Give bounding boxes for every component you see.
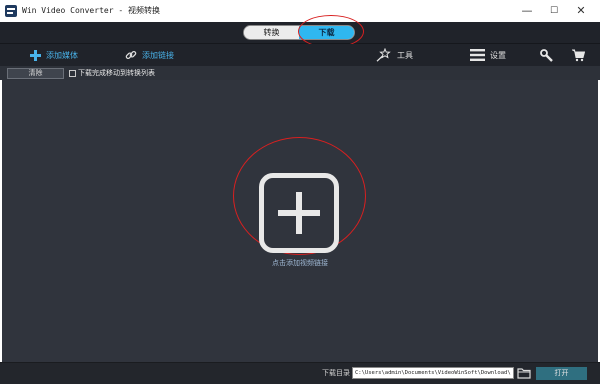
close-button[interactable]: ✕ xyxy=(572,4,590,18)
cart-button[interactable] xyxy=(572,48,585,62)
tools-button[interactable]: 工具 xyxy=(376,48,413,62)
add-media-button[interactable]: 添加媒体 xyxy=(30,48,78,62)
magic-wand-icon xyxy=(376,48,391,62)
wrench-icon xyxy=(540,48,553,62)
browse-folder-button[interactable] xyxy=(517,367,531,379)
menu-icon xyxy=(470,49,485,61)
add-link-label: 添加链接 xyxy=(142,50,174,60)
settings-button[interactable]: 设置 xyxy=(470,48,506,62)
add-link-hint[interactable]: 点击添加视频链接 xyxy=(200,258,400,268)
window-title: Win Video Converter - 视频转换 xyxy=(22,6,160,15)
folder-icon xyxy=(517,368,531,379)
window-bottom-edge xyxy=(0,384,600,391)
move-to-convert-label: 下载完成移动到转换列表 xyxy=(78,69,155,77)
add-link-large-icon[interactable] xyxy=(259,173,339,253)
move-to-convert-checkbox[interactable] xyxy=(69,70,76,77)
download-dir-field[interactable]: C:\Users\admin\Documents\VideoWinSoft\Do… xyxy=(352,367,514,379)
app-logo-icon xyxy=(5,5,17,17)
clear-button[interactable]: 清除 xyxy=(7,68,64,79)
tools-label: 工具 xyxy=(397,50,413,60)
tab-convert[interactable]: 转换 xyxy=(244,26,299,39)
minimize-button[interactable]: — xyxy=(518,4,536,18)
cart-icon xyxy=(572,49,585,61)
maximize-button[interactable]: ☐ xyxy=(545,4,563,18)
wrench-button[interactable] xyxy=(540,48,553,62)
add-link-button[interactable]: 添加链接 xyxy=(125,48,174,62)
add-media-label: 添加媒体 xyxy=(46,50,78,60)
download-dir-label: 下载目录 xyxy=(322,369,350,377)
settings-label: 设置 xyxy=(490,50,506,60)
open-folder-button[interactable]: 打开 xyxy=(536,367,587,380)
toolbar xyxy=(0,44,600,66)
plus-icon xyxy=(30,49,41,61)
link-icon xyxy=(125,50,137,60)
